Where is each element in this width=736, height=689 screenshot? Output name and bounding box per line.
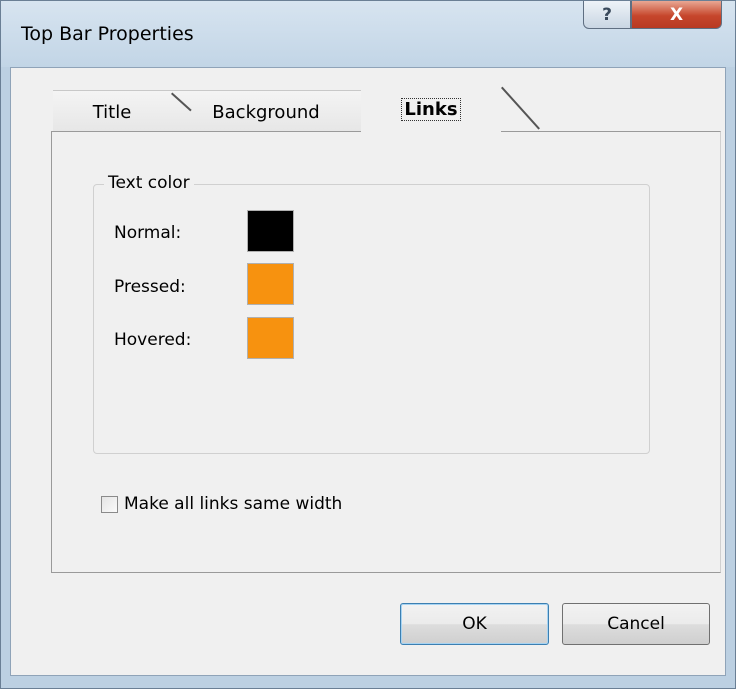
pressed-label: Pressed: [114, 277, 186, 297]
tab-separator [501, 86, 540, 130]
hovered-label: Hovered: [114, 330, 192, 350]
tab-links[interactable]: Links [361, 86, 501, 133]
window-title: Top Bar Properties [21, 23, 194, 45]
same-width-label[interactable]: Make all links same width [124, 494, 342, 514]
normal-color-swatch[interactable] [247, 210, 294, 252]
same-width-checkbox[interactable] [101, 495, 118, 513]
tab-title-label: Title [92, 101, 132, 123]
hovered-color-swatch[interactable] [247, 317, 294, 359]
help-icon: ? [602, 4, 612, 25]
normal-label: Normal: [114, 223, 182, 243]
ok-button[interactable]: OK [400, 603, 549, 645]
tab-background[interactable]: Background [171, 90, 361, 133]
pressed-color-swatch[interactable] [247, 263, 294, 305]
cancel-button[interactable]: Cancel [562, 603, 710, 645]
help-button[interactable]: ? [583, 1, 631, 29]
close-button[interactable]: X [631, 1, 722, 29]
same-width-option[interactable]: Make all links same width [101, 493, 342, 515]
close-icon: X [669, 4, 684, 25]
tab-title[interactable]: Title [53, 90, 171, 133]
title-bar[interactable]: Top Bar Properties ? X [1, 1, 735, 67]
text-color-group: Text color Normal: Pressed: Hovered: [93, 173, 650, 454]
text-color-legend: Text color [104, 173, 194, 193]
tab-background-label: Background [212, 101, 320, 123]
tab-links-label: Links [401, 98, 461, 121]
dialog-window: Top Bar Properties ? X Title Background … [0, 0, 736, 689]
dialog-client-area: Title Background Links Text color Normal… [10, 67, 726, 676]
